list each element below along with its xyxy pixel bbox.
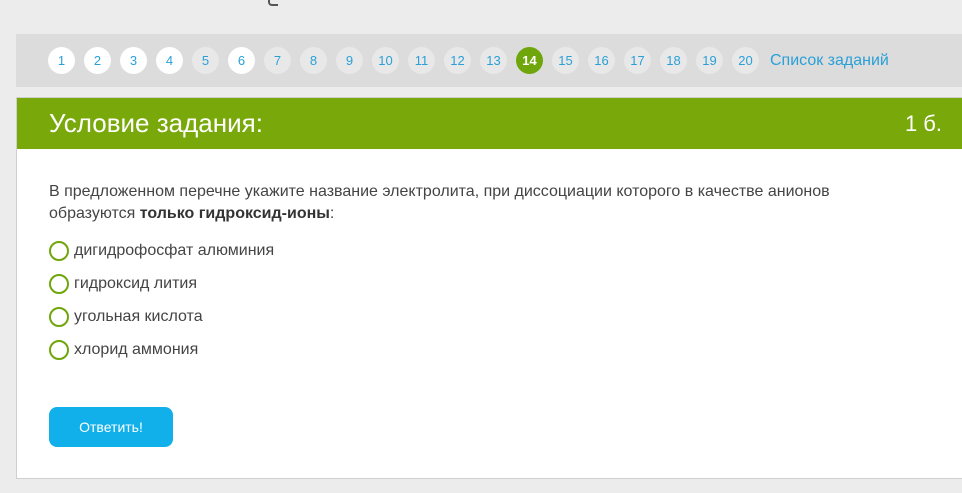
question-text: В предложенном перечне укажите название …: [49, 181, 919, 225]
task-number-12[interactable]: 12: [444, 47, 471, 74]
task-number-14-current[interactable]: 14: [516, 47, 543, 74]
answer-option[interactable]: гидроксид лития: [49, 273, 274, 295]
task-number-7[interactable]: 7: [264, 47, 291, 74]
answer-option-label: угольная кислота: [74, 308, 203, 325]
task-number-9[interactable]: 9: [336, 47, 363, 74]
task-number-5[interactable]: 5: [192, 47, 219, 74]
task-number-20[interactable]: 20: [732, 47, 759, 74]
task-card-header: Условие задания: 1 б.: [17, 98, 962, 149]
radio-button[interactable]: [49, 307, 69, 327]
task-number-18[interactable]: 18: [660, 47, 687, 74]
answer-option-label: гидроксид лития: [74, 275, 198, 292]
answer-option-label: хлорид аммония: [74, 341, 199, 358]
task-number-6[interactable]: 6: [228, 47, 255, 74]
cropped-heading-glyph: [268, 0, 278, 6]
task-navigation-bar: 1 2 3 4 5 6 7 8 9 10 11 12 13 14 15 16 1…: [16, 34, 962, 87]
task-number-1[interactable]: 1: [48, 47, 75, 74]
answer-options: дигидрофосфат алюминия гидроксид лития у…: [49, 240, 274, 372]
submit-answer-button[interactable]: Ответить!: [49, 407, 173, 447]
answer-option-label: дигидрофосфат алюминия: [74, 242, 275, 259]
radio-button[interactable]: [49, 340, 69, 360]
task-number-19[interactable]: 19: [696, 47, 723, 74]
task-title: Условие задания:: [49, 108, 263, 138]
answer-option[interactable]: хлорид аммония: [49, 339, 274, 361]
task-number-13[interactable]: 13: [480, 47, 507, 74]
answer-option[interactable]: угольная кислота: [49, 306, 274, 328]
task-list-link[interactable]: Список заданий: [770, 52, 889, 70]
task-number-11[interactable]: 11: [408, 47, 435, 74]
task-number-2[interactable]: 2: [84, 47, 111, 74]
task-number-15[interactable]: 15: [552, 47, 579, 74]
radio-button[interactable]: [49, 241, 69, 261]
answer-option[interactable]: дигидрофосфат алюминия: [49, 240, 274, 262]
task-number-17[interactable]: 17: [624, 47, 651, 74]
task-number-4[interactable]: 4: [156, 47, 183, 74]
question-emphasis: только гидроксид-ионы: [139, 205, 330, 222]
top-strip: [0, 0, 962, 34]
task-points: 1 б.: [904, 110, 942, 136]
task-number-16[interactable]: 16: [588, 47, 615, 74]
radio-button[interactable]: [49, 274, 69, 294]
question-suffix: :: [329, 205, 335, 222]
task-number-8[interactable]: 8: [300, 47, 327, 74]
task-number-3[interactable]: 3: [120, 47, 147, 74]
task-number-10[interactable]: 10: [372, 47, 399, 74]
task-card: Условие задания: 1 б. В предложенном пер…: [16, 97, 962, 479]
